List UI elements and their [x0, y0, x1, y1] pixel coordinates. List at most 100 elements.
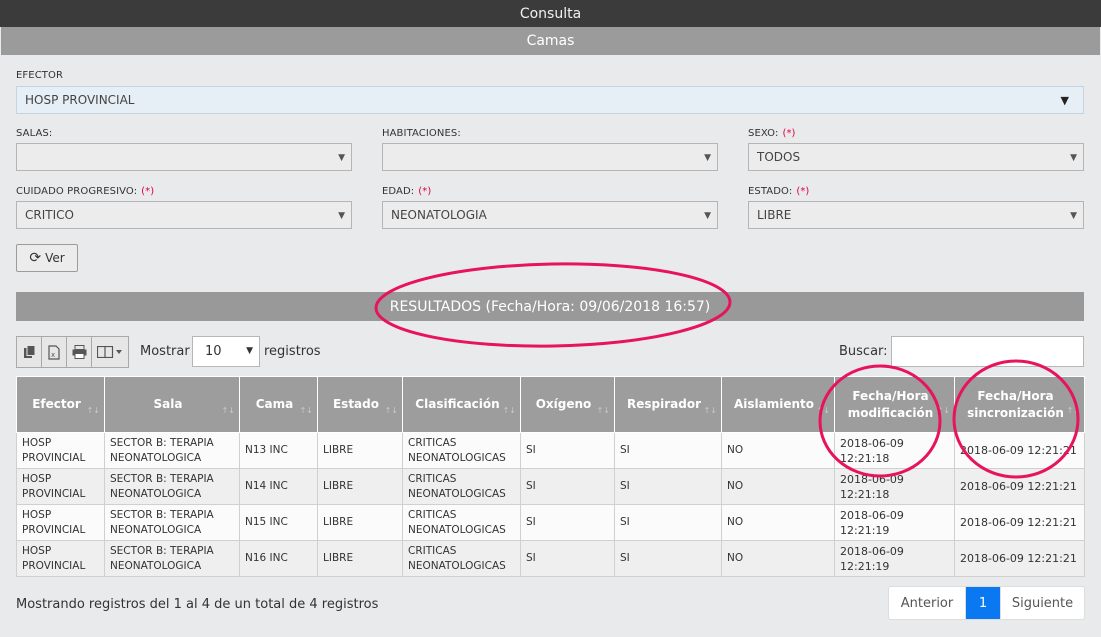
col-header-oxigeno[interactable]: Oxígeno ↑↓ — [520, 376, 615, 433]
col-header-cama[interactable]: Cama ↑↓ — [239, 376, 318, 433]
table-cell: N13 INC — [239, 432, 318, 469]
efector-label: EFECTOR — [16, 70, 63, 81]
caret-down-icon: ▼ — [704, 211, 711, 221]
page-title-bar: Consulta — [0, 0, 1101, 27]
svg-text:x: x — [51, 351, 55, 359]
estado-label-text: ESTADO: — [748, 186, 793, 197]
buscar-label: Buscar: — [839, 344, 888, 359]
table-cell: HOSP PROVINCIAL — [16, 468, 105, 505]
caret-down-icon: ▼ — [338, 211, 345, 221]
search-input[interactable] — [891, 336, 1084, 367]
caret-down-icon: ▼ — [1070, 211, 1077, 221]
sort-icon: ↑↓ — [816, 406, 830, 415]
caret-down-icon: ▼ — [338, 153, 345, 163]
table-cell: LIBRE — [317, 540, 403, 577]
edad-label: EDAD: (*) — [382, 186, 431, 197]
table-cell: SI — [520, 468, 615, 505]
col-header-label: Aislamiento — [733, 397, 815, 411]
table-cell: SI — [520, 540, 615, 577]
col-header-fecha-sincronizacion[interactable]: Fecha/Hora sincronización ↑↓ — [954, 376, 1085, 433]
sexo-select[interactable]: TODOS ▼ — [748, 143, 1084, 171]
pagination: Anterior 1 Siguiente — [888, 586, 1085, 620]
table-cell: CRITICAS NEONATOLOGICAS — [402, 432, 521, 469]
page-1-button[interactable]: 1 — [966, 587, 1000, 619]
excel-icon[interactable]: x — [42, 337, 67, 367]
col-header-respirador[interactable]: Respirador ↑↓ — [614, 376, 722, 433]
col-header-aislamiento[interactable]: Aislamiento ↑↓ — [721, 376, 835, 433]
table-cell: NO — [721, 540, 835, 577]
col-header-label: Sala — [153, 397, 183, 411]
salas-select[interactable]: ▼ — [16, 143, 352, 171]
col-header-label: Oxígeno — [535, 397, 592, 411]
refresh-icon: ⟳ — [29, 250, 42, 266]
table-cell: SI — [614, 504, 722, 541]
edad-select[interactable]: NEONATOLOGIA ▼ — [382, 201, 718, 229]
table-cell: HOSP PROVINCIAL — [16, 504, 105, 541]
col-header-label: Efector — [32, 397, 81, 411]
table-cell: NO — [721, 504, 835, 541]
sort-icon: ↑↓ — [299, 406, 313, 415]
copy-icon[interactable] — [17, 337, 42, 367]
table-cell: SI — [614, 540, 722, 577]
results-title: RESULTADOS (Fecha/Hora: 09/06/2018 16:57… — [389, 298, 711, 315]
sort-icon: ↑↓ — [502, 406, 516, 415]
efector-value: HOSP PROVINCIAL — [25, 93, 135, 107]
col-header-clasificacion[interactable]: Clasificación ↑↓ — [402, 376, 521, 433]
export-toolbar: x — [16, 336, 129, 368]
habitaciones-select[interactable]: ▼ — [382, 143, 718, 171]
sort-icon: ↑↓ — [703, 406, 717, 415]
table-cell: 2018-06-09 12:21:21 — [954, 504, 1085, 541]
table-cell: SI — [614, 468, 722, 505]
sexo-value: TODOS — [757, 150, 801, 164]
cuidado-value: CRITICO — [25, 208, 74, 222]
caret-down-icon: ▼ — [246, 346, 253, 356]
col-header-label: Clasificación — [415, 397, 500, 411]
col-header-estado[interactable]: Estado ↑↓ — [317, 376, 403, 433]
caret-down-icon: ▼ — [704, 153, 711, 163]
previous-page-button[interactable]: Anterior — [889, 587, 966, 619]
sort-icon: ↑↓ — [221, 406, 235, 415]
estado-value: LIBRE — [757, 208, 792, 222]
cuidado-label-text: CUIDADO PROGRESIVO: — [16, 186, 138, 197]
mostrar-label: Mostrar — [140, 344, 190, 359]
col-header-label: Cama — [255, 397, 294, 411]
cuidado-select[interactable]: CRITICO ▼ — [16, 201, 352, 229]
table-cell: SI — [520, 432, 615, 469]
edad-label-text: EDAD: — [382, 186, 415, 197]
habitaciones-label: HABITACIONES: — [382, 128, 461, 139]
caret-down-icon: ▼ — [1060, 94, 1069, 107]
page-length-select[interactable]: 10 ▼ — [192, 336, 260, 367]
table-cell: CRITICAS NEONATOLOGICAS — [402, 504, 521, 541]
ver-button[interactable]: ⟳ Ver — [16, 244, 78, 272]
salas-label: SALAS: — [16, 128, 53, 139]
table-cell: 2018-06-09 12:21:21 — [954, 468, 1085, 505]
page-length-value: 10 — [205, 344, 222, 359]
table-cell: SECTOR B: TERAPIA NEONATOLOGICA — [104, 468, 240, 505]
estado-select[interactable]: LIBRE ▼ — [748, 201, 1084, 229]
next-page-button[interactable]: Siguiente — [1000, 587, 1084, 619]
table-cell: SI — [520, 504, 615, 541]
efector-select[interactable]: HOSP PROVINCIAL ▼ — [16, 86, 1084, 114]
registros-label: registros — [264, 344, 321, 359]
table-cell: NO — [721, 468, 835, 505]
table-cell: LIBRE — [317, 432, 403, 469]
table-cell: SECTOR B: TERAPIA NEONATOLOGICA — [104, 432, 240, 469]
caret-down-icon: ▼ — [1070, 153, 1077, 163]
table-cell: CRITICAS NEONATOLOGICAS — [402, 468, 521, 505]
col-header-label: Estado — [332, 397, 379, 411]
col-header-sala[interactable]: Sala ↑↓ — [104, 376, 240, 433]
col-header-fecha-modificacion[interactable]: Fecha/Hora modificación ↑↓ — [834, 376, 955, 433]
table-row: HOSP PROVINCIAL SECTOR B: TERAPIA NEONAT… — [16, 540, 1085, 577]
table-cell: 2018-06-09 12:21:19 — [834, 540, 955, 577]
print-icon[interactable] — [67, 337, 92, 367]
edad-value: NEONATOLOGIA — [391, 208, 487, 222]
required-marker: (*) — [796, 186, 810, 197]
sexo-label-text: SEXO: — [748, 128, 779, 139]
sort-icon: ↑↓ — [86, 406, 100, 415]
required-marker: (*) — [782, 128, 796, 139]
col-header-efector[interactable]: Efector ↑↓ — [16, 376, 105, 433]
table-cell: 2018-06-09 12:21:21 — [954, 432, 1085, 469]
table-cell: SECTOR B: TERAPIA NEONATOLOGICA — [104, 540, 240, 577]
table-cell: NO — [721, 432, 835, 469]
columns-icon[interactable] — [92, 337, 128, 367]
